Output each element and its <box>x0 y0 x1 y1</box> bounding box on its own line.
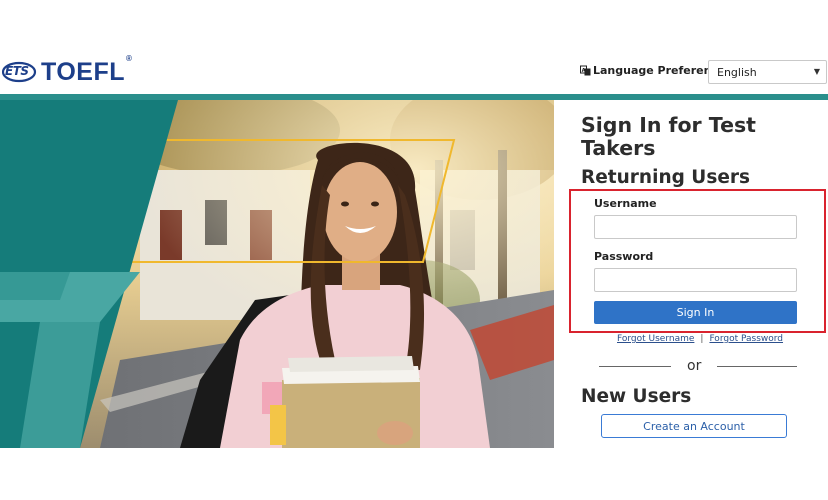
sign-in-button[interactable]: Sign In <box>594 301 797 324</box>
new-users-heading: New Users <box>581 386 692 407</box>
divider-line-left <box>599 366 671 367</box>
ets-toefl-logo[interactable]: ETS TOEFL® <box>2 53 133 86</box>
ets-text: ETS <box>5 64 29 78</box>
signin-panel: Sign In for Test Takers Returning Users … <box>554 100 828 448</box>
svg-text:A: A <box>582 68 586 74</box>
toefl-wordmark: TOEFL® <box>41 53 133 86</box>
language-select[interactable]: English ▼ <box>708 60 827 84</box>
username-input[interactable] <box>594 215 797 239</box>
login-form: Username Password Sign In <box>569 189 826 333</box>
ets-logo-mark: ETS <box>2 61 38 83</box>
forgot-password-link[interactable]: Forgot Password <box>709 334 783 344</box>
hero-image <box>0 100 554 448</box>
translate-icon: A <box>580 65 591 76</box>
page-title: Sign In for Test Takers <box>581 113 756 160</box>
divider-line-right <box>717 366 797 367</box>
password-input[interactable] <box>594 268 797 292</box>
username-label: Username <box>594 197 657 210</box>
or-text: or <box>687 358 702 374</box>
site-header: ETS TOEFL® A Language Preference English… <box>0 52 828 92</box>
returning-users-heading: Returning Users <box>581 167 751 188</box>
language-preference-label: A Language Preference <box>580 64 726 77</box>
chevron-down-icon: ▼ <box>813 67 820 76</box>
link-separator: | <box>700 334 704 344</box>
forgot-links: Forgot Username | Forgot Password <box>617 334 783 344</box>
forgot-username-link[interactable]: Forgot Username <box>617 334 694 344</box>
password-label: Password <box>594 250 654 263</box>
create-account-button[interactable]: Create an Account <box>601 414 787 438</box>
language-select-value: English <box>717 66 757 79</box>
or-divider: or <box>599 358 799 374</box>
